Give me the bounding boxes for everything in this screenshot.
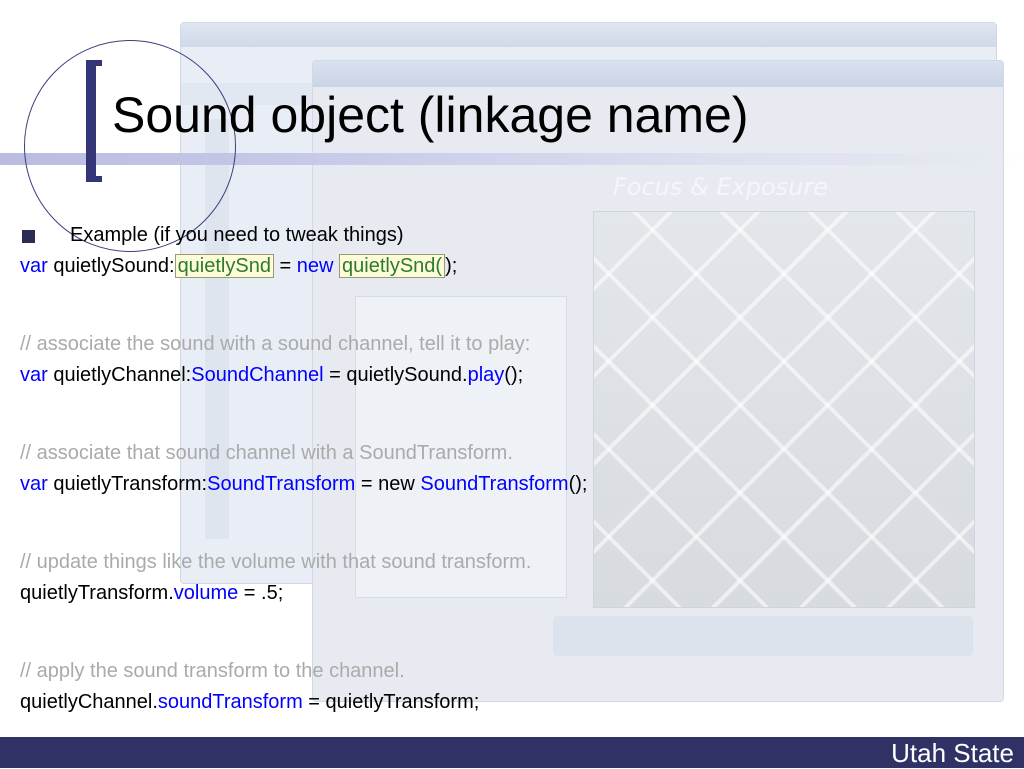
code-text: quietlyTransform: — [47, 473, 208, 495]
footer-bar: Utah State — [0, 737, 1024, 768]
keyword: var — [20, 255, 48, 277]
code-text: = .5; — [238, 582, 284, 604]
decorative-bracket — [86, 60, 102, 182]
code-comment-3: // update things like the volume with th… — [20, 551, 532, 573]
bullet-text: Example (if you need to tweak things) — [70, 224, 404, 246]
method-name: play — [467, 364, 505, 386]
code-text: ); — [445, 255, 458, 277]
keyword: var — [20, 364, 48, 386]
code-text: = new — [355, 473, 421, 495]
code-line-4: quietlyTransform.volume = .5; — [20, 578, 1000, 609]
highlighted-identifier: quietlySnd( — [339, 254, 446, 278]
code-comment-2: // associate that sound channel with a S… — [20, 442, 513, 464]
background-titlebar — [181, 23, 996, 47]
type-name: SoundChannel — [191, 364, 324, 386]
code-text: quietlyChannel: — [47, 364, 192, 386]
code-line-2: var quietlyChannel:SoundChannel = quietl… — [20, 360, 1000, 391]
code-text: (); — [504, 364, 524, 386]
footer-institution: Utah State — [891, 738, 1014, 768]
code-comment-1: // associate the sound with a sound chan… — [20, 333, 531, 355]
keyword: var — [20, 473, 48, 495]
code-text: = quietlySound. — [323, 364, 468, 386]
code-text: quietlySound: — [47, 255, 175, 277]
property-name: soundTransform — [157, 691, 303, 713]
slide-title: Sound object (linkage name) — [112, 87, 749, 143]
background-app-titlebar — [313, 61, 1003, 87]
highlighted-identifier: quietlySnd — [174, 254, 274, 278]
code-text: (); — [568, 473, 588, 495]
code-line-5: quietlyChannel.soundTransform = quietlyT… — [20, 687, 1000, 718]
type-name: SoundTransform — [207, 473, 356, 495]
code-comment-4: // apply the sound transform to the chan… — [20, 660, 405, 682]
background-banner: Focus & Exposure — [613, 173, 829, 201]
type-name: SoundTransform — [420, 473, 569, 495]
square-bullet-icon — [22, 230, 35, 243]
bullet-item: Example (if you need to tweak things) — [20, 220, 1000, 251]
code-text: = quietlyTransform; — [302, 691, 480, 713]
code-line-3: var quietlyTransform:SoundTransform = ne… — [20, 469, 1000, 500]
code-text: = — [273, 255, 297, 277]
code-text: quietlyChannel. — [20, 691, 158, 713]
slide-body: Example (if you need to tweak things) va… — [20, 220, 1000, 718]
property-name: volume — [173, 582, 239, 604]
keyword: new — [296, 255, 334, 277]
code-line-1: var quietlySound: quietlySnd = new quietl… — [20, 251, 1000, 282]
code-text: quietlyTransform. — [20, 582, 174, 604]
